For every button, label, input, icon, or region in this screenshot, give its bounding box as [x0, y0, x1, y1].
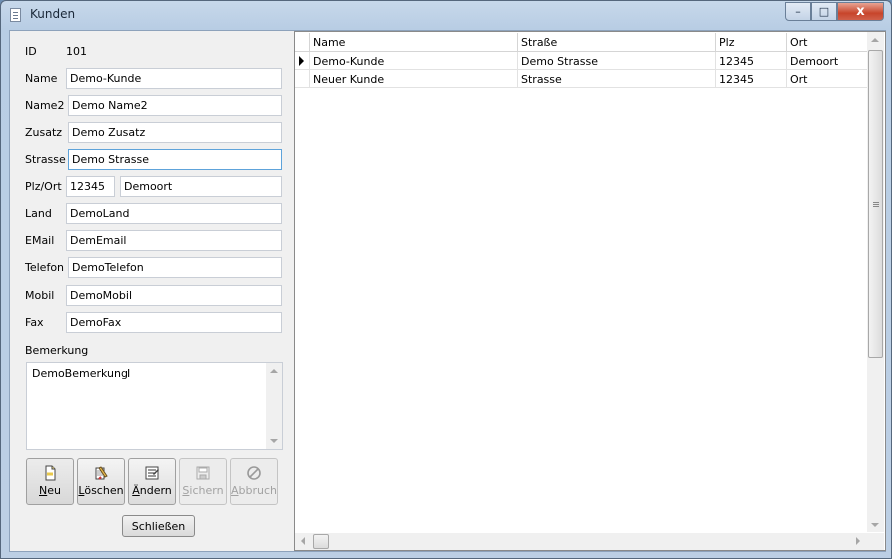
telefon-label: Telefon	[25, 261, 65, 274]
zusatz-field[interactable]: Demo Zusatz	[68, 122, 282, 143]
maximize-icon: □	[818, 5, 830, 18]
scrollbar-corner	[867, 533, 884, 550]
cell-plz[interactable]: 12345	[715, 52, 786, 70]
cell-ort[interactable]: Demoort	[786, 52, 867, 70]
email-label: EMail	[25, 234, 55, 247]
table-row[interactable]: Demo-Kunde Demo Strasse 12345 Demoort	[295, 52, 867, 70]
bemerkung-textarea[interactable]: DemoBemerkung I	[26, 362, 283, 450]
vertical-scroll-thumb[interactable]	[868, 50, 883, 358]
sichern-label: Sichern	[182, 484, 224, 497]
maximize-button[interactable]: □	[811, 2, 837, 21]
scroll-right-icon[interactable]	[856, 537, 860, 545]
sichern-button[interactable]: Sichern	[179, 458, 227, 505]
text-cursor-icon: I	[127, 367, 131, 380]
plz-field[interactable]: 12345	[66, 176, 115, 197]
grid-header-indicator	[295, 33, 309, 52]
cell-plz[interactable]: 12345	[715, 70, 786, 88]
column-header-strasse[interactable]: Straße	[517, 33, 715, 52]
client-area: ID 101 Name Demo-Kunde Name2 Demo Name2 …	[9, 30, 886, 552]
neu-label: Neu	[39, 484, 61, 497]
name2-field[interactable]: Demo Name2	[68, 95, 282, 116]
fax-label: Fax	[25, 316, 44, 329]
table-row[interactable]: Neuer Kunde Strasse 12345 Ort	[295, 70, 867, 88]
app-icon	[10, 8, 21, 22]
bemerkung-scrollbar[interactable]	[266, 363, 282, 449]
ort-field[interactable]: Demoort	[120, 176, 282, 197]
delete-document-icon	[93, 465, 109, 481]
fax-field[interactable]: DemoFax	[66, 312, 282, 333]
strasse-field[interactable]: Demo Strasse	[68, 149, 282, 170]
minimize-button[interactable]: –	[785, 2, 811, 21]
horizontal-scroll-thumb[interactable]	[313, 534, 329, 549]
scroll-up-icon[interactable]	[270, 369, 278, 373]
plzort-label: Plz/Ort	[25, 180, 62, 193]
cell-ort[interactable]: Ort	[786, 70, 867, 88]
bemerkung-text: DemoBemerkung	[32, 367, 128, 380]
name-field[interactable]: Demo-Kunde	[66, 68, 282, 89]
abbruch-button[interactable]: Abbruch	[230, 458, 278, 505]
id-label: ID	[25, 45, 37, 58]
mobil-field[interactable]: DemoMobil	[66, 285, 282, 306]
save-icon	[195, 465, 211, 481]
minimize-icon: –	[795, 5, 801, 18]
new-document-icon	[42, 465, 58, 481]
cell-name[interactable]: Neuer Kunde	[309, 70, 517, 88]
column-header-plz[interactable]: Plz	[715, 33, 786, 52]
column-header-ort[interactable]: Ort	[786, 33, 867, 52]
cell-strasse[interactable]: Demo Strasse	[517, 52, 715, 70]
app-window: Kunden – □ x ID 101 Name Demo-Kunde Name…	[0, 0, 892, 559]
loeschen-button[interactable]: Löschen	[77, 458, 125, 505]
window-title: Kunden	[30, 7, 76, 21]
scroll-up-icon[interactable]	[871, 38, 879, 42]
cell-strasse[interactable]: Strasse	[517, 70, 715, 88]
abbruch-label: Abbruch	[231, 484, 278, 497]
scroll-down-icon[interactable]	[871, 523, 879, 527]
schliessen-button[interactable]: Schließen	[122, 515, 195, 537]
land-label: Land	[25, 207, 52, 220]
aendern-label: Ändern	[132, 484, 172, 497]
customer-grid[interactable]: Name Straße Plz Ort Demo-Kunde Demo Stra…	[294, 31, 886, 551]
neu-button[interactable]: Neu	[26, 458, 74, 505]
mobil-label: Mobil	[25, 289, 55, 302]
current-row-indicator-icon	[295, 52, 309, 70]
name2-label: Name2	[25, 99, 65, 112]
bemerkung-label: Bemerkung	[25, 344, 89, 357]
column-header-name[interactable]: Name	[309, 33, 517, 52]
title-bar[interactable]: Kunden – □ x	[1, 1, 891, 29]
grid-vertical-scrollbar[interactable]	[867, 32, 884, 532]
zusatz-label: Zusatz	[25, 126, 63, 139]
land-field[interactable]: DemoLand	[66, 203, 282, 224]
edit-list-icon	[144, 465, 160, 481]
close-window-button[interactable]: x	[837, 2, 884, 21]
grid-header: Name Straße Plz Ort	[295, 33, 867, 52]
cancel-icon	[246, 465, 262, 481]
grip-icon	[873, 202, 879, 203]
aendern-button[interactable]: Ändern	[128, 458, 176, 505]
name-label: Name	[25, 72, 58, 85]
scroll-left-icon[interactable]	[301, 537, 305, 545]
id-value: 101	[66, 45, 87, 58]
grid-horizontal-scrollbar[interactable]	[295, 533, 867, 550]
strasse-label: Strasse	[25, 153, 66, 166]
customer-form: ID 101 Name Demo-Kunde Name2 Demo Name2 …	[10, 31, 294, 551]
close-icon: x	[856, 4, 865, 19]
scroll-down-icon[interactable]	[270, 439, 278, 443]
cell-name[interactable]: Demo-Kunde	[309, 52, 517, 70]
row-indicator	[295, 70, 309, 88]
loeschen-label: Löschen	[78, 484, 124, 497]
telefon-field[interactable]: DemoTelefon	[68, 257, 282, 278]
email-field[interactable]: DemEmail	[66, 230, 282, 251]
